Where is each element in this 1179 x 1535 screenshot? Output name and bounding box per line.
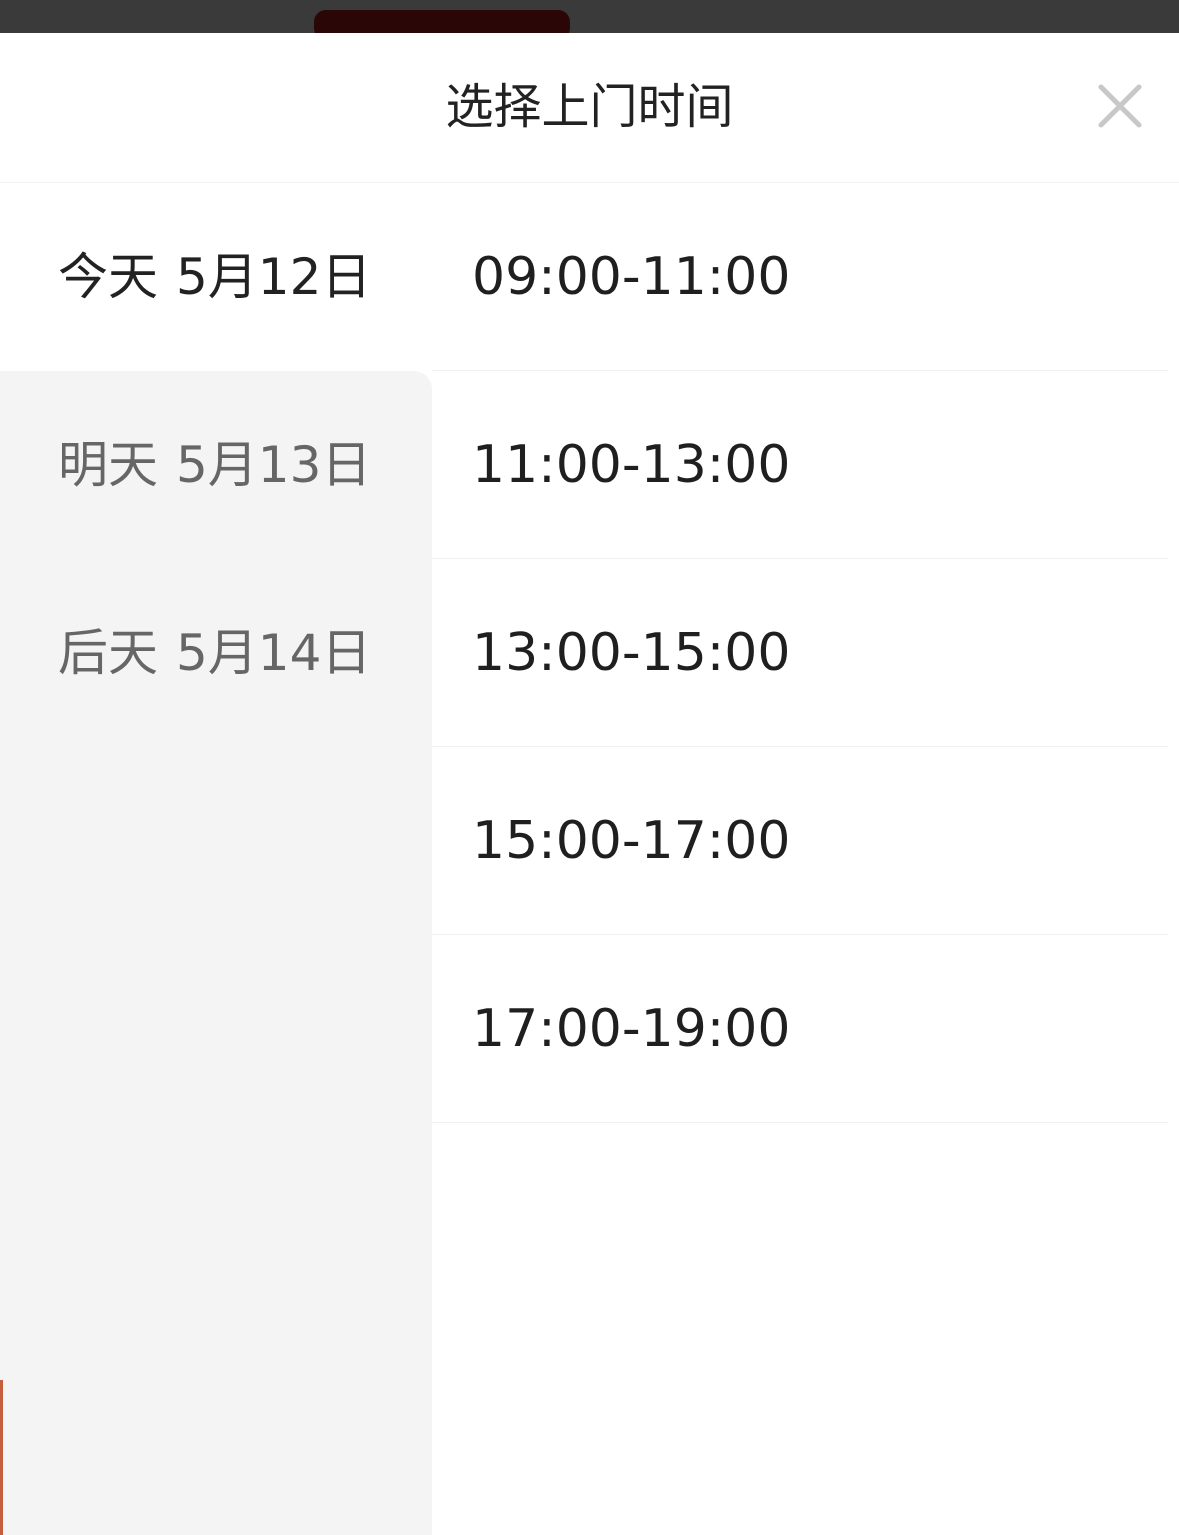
date-day-name: 明天 xyxy=(58,436,158,494)
date-item-day-after[interactable]: 后天 5月14日 xyxy=(0,559,432,747)
sheet-header: 选择上门时间 xyxy=(0,33,1179,183)
time-slot-item[interactable]: 15:00-17:00 xyxy=(432,747,1168,935)
time-slot-item[interactable]: 13:00-15:00 xyxy=(432,559,1168,747)
date-day-name: 今天 xyxy=(58,248,158,306)
date-item-tomorrow[interactable]: 明天 5月13日 xyxy=(0,371,432,559)
time-slot-item[interactable]: 09:00-11:00 xyxy=(432,183,1168,371)
close-button[interactable] xyxy=(1089,79,1149,139)
backdrop-overlay xyxy=(0,0,1179,40)
time-slot-item[interactable]: 11:00-13:00 xyxy=(432,371,1168,559)
time-slot-item[interactable]: 17:00-19:00 xyxy=(432,935,1168,1123)
edge-accent xyxy=(0,1380,3,1535)
date-item-today[interactable]: 今天 5月12日 xyxy=(0,183,432,371)
close-icon xyxy=(1098,84,1142,128)
date-day-name: 后天 xyxy=(58,624,158,682)
date-value: 5月13日 xyxy=(176,436,372,494)
sheet-title: 选择上门时间 xyxy=(445,79,734,135)
date-list: 今天 5月12日 明天 5月13日 后天 5月14日 xyxy=(0,183,432,1535)
time-slot-list: 09:00-11:00 11:00-13:00 13:00-15:00 15:0… xyxy=(432,183,1168,1535)
date-value: 5月14日 xyxy=(176,624,372,682)
date-value: 5月12日 xyxy=(176,248,372,306)
time-picker-sheet: 选择上门时间 今天 5月12日 明天 5月13日 后天 5月14日 09:00-11:… xyxy=(0,33,1179,1535)
